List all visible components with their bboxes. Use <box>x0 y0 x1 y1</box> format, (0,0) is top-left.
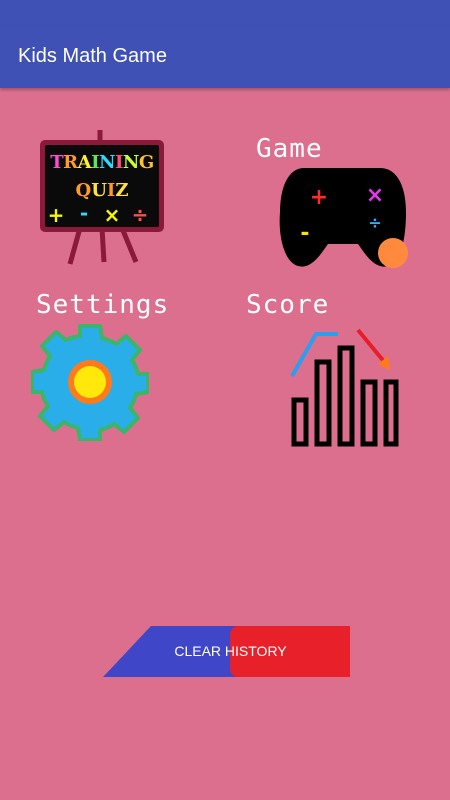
training-quiz-button[interactable]: TRAINING QUIZ + - × ÷ <box>36 128 168 266</box>
app-bar: Kids Math Game <box>0 26 450 88</box>
bar-chart-icon <box>290 328 399 447</box>
board-line2: QUIZ <box>76 180 129 201</box>
score-button[interactable] <box>286 326 404 450</box>
game-label: Game <box>256 134 323 164</box>
op-divide: ÷ <box>132 203 149 227</box>
score-label: Score <box>246 290 330 320</box>
gear-icon <box>30 324 150 442</box>
op-times: × <box>104 203 121 227</box>
op-minus: - <box>80 201 88 225</box>
app-title: Kids Math Game <box>18 45 167 67</box>
clear-history-label: CLEAR HISTORY <box>174 643 287 659</box>
gamepad-icon: + × - ÷ <box>279 168 408 268</box>
orange-button-icon <box>378 238 408 268</box>
board-line1: TRAINING <box>50 152 153 173</box>
game-button[interactable]: + × - ÷ <box>276 164 410 272</box>
chalkboard-icon: TRAINING QUIZ + - × ÷ <box>40 130 164 265</box>
pad-times: × <box>366 183 384 208</box>
pad-plus: + <box>310 185 328 210</box>
clear-history-button[interactable]: CLEAR HISTORY <box>103 626 350 677</box>
settings-button[interactable] <box>30 323 150 442</box>
op-plus: + <box>48 203 65 227</box>
pad-divide: ÷ <box>368 213 381 232</box>
pad-minus: - <box>300 221 309 246</box>
status-bar <box>0 0 450 26</box>
settings-label: Settings <box>36 290 170 320</box>
